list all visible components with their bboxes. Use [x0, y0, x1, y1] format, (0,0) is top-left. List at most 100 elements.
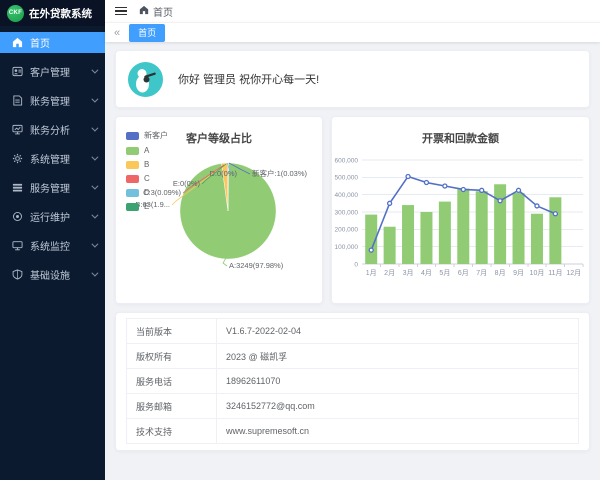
pie-label: 新客户:1(0.03%) [252, 168, 308, 178]
info-label: 技术支持 [127, 419, 217, 444]
legend-swatch [126, 189, 139, 197]
app-logo[interactable]: CKF 在外贷款系统 [0, 0, 105, 26]
x-axis-tick-label: 10月 [530, 269, 545, 277]
sidebar-item-finance-analysis[interactable]: 账务分析 [0, 115, 105, 144]
info-table-row: 技术支持www.supremesoft.cn [127, 419, 579, 444]
x-axis-tick-label: 9月 [513, 269, 524, 277]
sidebar-item-label: 首页 [30, 35, 50, 50]
home-icon [12, 37, 23, 48]
system-info-table: 当前版本V1.6.7-2022-02-04版权所有2023 @ 磁凯孚服务电话1… [126, 318, 579, 444]
bar[interactable] [457, 189, 469, 264]
legend-label: E [144, 202, 149, 211]
shield-icon [12, 269, 23, 280]
app-title: 在外贷款系统 [29, 6, 92, 21]
info-value: 3246152772@qq.com [217, 394, 579, 419]
chevron-down-icon [91, 183, 98, 190]
bar-chart-card: 开票和回款金额 0100,000200,000300,000400,000500… [331, 116, 590, 304]
bar[interactable] [384, 227, 396, 264]
chevron-down-icon [91, 96, 98, 103]
legend-swatch [126, 161, 139, 169]
breadcrumb-label: 首页 [153, 4, 173, 19]
pie-label: A:3249(97.98%) [229, 261, 284, 270]
y-axis-tick-label: 0 [354, 261, 358, 268]
line-point[interactable] [461, 187, 465, 191]
tab-home[interactable]: 首页 [129, 24, 165, 42]
chevron-down-icon [91, 270, 98, 277]
sidebar-item-service-mgmt[interactable]: 服务管理 [0, 173, 105, 202]
line-point[interactable] [517, 188, 521, 192]
monitor-icon [12, 240, 23, 251]
sidebar-menu: 首页客户管理账务管理账务分析系统管理服务管理运行维护系统监控基础设施 [0, 26, 105, 289]
chevron-down-icon [91, 154, 98, 161]
sidebar-item-label: 账务管理 [30, 93, 70, 108]
logo-icon: CKF [7, 5, 24, 22]
bar[interactable] [476, 191, 488, 264]
sidebar-item-infrastructure[interactable]: 基础设施 [0, 260, 105, 289]
legend-label: A [144, 146, 149, 155]
sidebar-item-customer-mgmt[interactable]: 客户管理 [0, 57, 105, 86]
greeting-card: 你好 管理员 祝你开心每一天! [115, 50, 590, 108]
x-axis-tick-label: 11月 [548, 269, 562, 277]
sidebar-item-operations[interactable]: 运行维护 [0, 202, 105, 231]
line-point[interactable] [535, 204, 539, 208]
sidebar-item-label: 系统管理 [30, 151, 70, 166]
pie-label: E:0(0%) [173, 179, 201, 188]
y-axis-tick-label: 200,000 [335, 227, 359, 234]
legend-item-C[interactable]: C [126, 174, 168, 183]
avatar [128, 62, 163, 97]
sidebar-item-finance-mgmt[interactable]: 账务管理 [0, 86, 105, 115]
y-axis-tick-label: 600,000 [335, 157, 359, 164]
line-point[interactable] [498, 199, 502, 203]
service-icon [12, 182, 23, 193]
x-axis-tick-label: 5月 [439, 269, 450, 277]
line-point[interactable] [553, 212, 557, 216]
bar[interactable] [402, 205, 414, 264]
bar-chart-title: 开票和回款金额 [332, 130, 589, 146]
line-point[interactable] [443, 184, 447, 188]
line-point[interactable] [388, 201, 392, 205]
legend-swatch [126, 175, 139, 183]
pie-chart-card: 客户等级占比 新客户ABCDE 新客户:1(0.03%)A:3249(97.98… [115, 116, 323, 304]
sidebar-item-system-mgmt[interactable]: 系统管理 [0, 144, 105, 173]
legend-item-E[interactable]: E [126, 202, 168, 211]
bar[interactable] [420, 212, 432, 264]
line-point[interactable] [424, 181, 428, 185]
line-point[interactable] [480, 188, 484, 192]
breadcrumb[interactable]: 首页 [139, 4, 173, 19]
x-axis-tick-label: 3月 [403, 269, 414, 277]
legend-label: C [144, 174, 150, 183]
sidebar-item-system-monitor[interactable]: 系统监控 [0, 231, 105, 260]
legend-item-B[interactable]: B [126, 160, 168, 169]
info-label: 服务邮箱 [127, 394, 217, 419]
info-label: 版权所有 [127, 344, 217, 369]
system-info-card: 当前版本V1.6.7-2022-02-04版权所有2023 @ 磁凯孚服务电话1… [115, 312, 590, 451]
info-value: V1.6.7-2022-02-04 [217, 319, 579, 344]
line-point[interactable] [369, 248, 373, 252]
legend-item-D[interactable]: D [126, 188, 168, 197]
operations-icon [12, 211, 23, 222]
mascot-icon [128, 62, 163, 97]
info-table-row: 服务邮箱3246152772@qq.com [127, 394, 579, 419]
legend-swatch [126, 203, 139, 211]
y-axis-tick-label: 400,000 [335, 192, 359, 199]
hamburger-icon[interactable] [115, 7, 127, 16]
pie-chart-title: 客户等级占比 [116, 130, 322, 146]
chevron-down-icon [91, 241, 98, 248]
line-point[interactable] [406, 174, 410, 178]
sidebar-item-home[interactable]: 首页 [0, 32, 105, 53]
sidebar: CKF 在外贷款系统 首页客户管理账务管理账务分析系统管理服务管理运行维护系统监… [0, 0, 105, 480]
legend-item-A[interactable]: A [126, 146, 168, 155]
info-value: 2023 @ 磁凯孚 [217, 344, 579, 369]
billing-icon [12, 95, 23, 106]
bar[interactable] [549, 197, 561, 264]
bar[interactable] [531, 214, 543, 264]
sidebar-item-label: 账务分析 [30, 122, 70, 137]
home-icon [139, 5, 149, 18]
bar[interactable] [513, 193, 525, 264]
collapse-tabs-icon[interactable]: « [114, 27, 120, 39]
main-area: 首页 « 首页 你好 管理员 祝你开心每一天! [105, 0, 600, 480]
info-table-row: 当前版本V1.6.7-2022-02-04 [127, 319, 579, 344]
bar[interactable] [494, 184, 506, 264]
bar[interactable] [439, 202, 451, 264]
sidebar-item-label: 服务管理 [30, 180, 70, 195]
